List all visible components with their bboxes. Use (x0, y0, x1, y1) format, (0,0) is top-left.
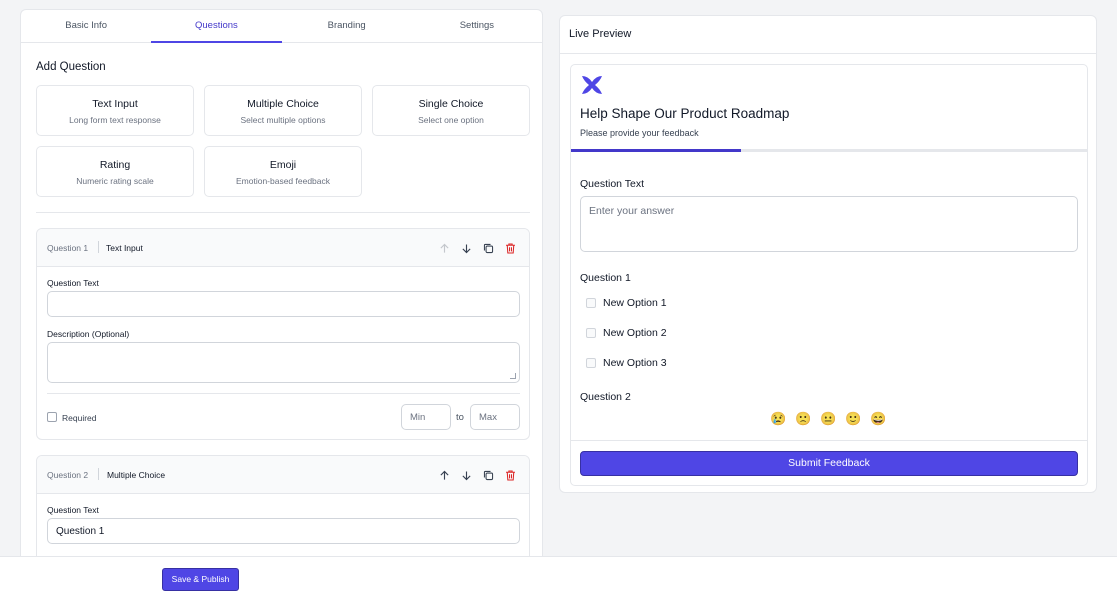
answer-textarea[interactable]: Enter your answer (580, 196, 1078, 252)
question-type-label: Multiple Choice (107, 470, 166, 480)
preview-question-label: Question 1 (580, 272, 631, 284)
type-card-title: Rating (99, 159, 131, 171)
type-card-desc: Select one option (418, 115, 484, 125)
bottom-action-bar: Save & Publish (0, 556, 1117, 600)
tab-basic-info[interactable]: Basic Info (21, 10, 151, 42)
brand-logo-icon (582, 76, 602, 94)
move-down-icon[interactable] (459, 468, 473, 482)
type-card-single-choice[interactable]: Single Choice Select one option (372, 85, 530, 136)
option-checkbox-row[interactable]: New Option 2 (586, 327, 667, 339)
type-card-title: Emoji (269, 159, 297, 171)
resize-grip-icon[interactable] (510, 373, 516, 379)
divider (36, 212, 530, 213)
type-card-desc: Long form text response (69, 115, 161, 125)
add-question-heading: Add Question (36, 61, 106, 73)
option-checkbox[interactable] (586, 358, 596, 368)
submit-feedback-button[interactable]: Submit Feedback (580, 451, 1078, 476)
option-label: New Option 3 (603, 357, 667, 369)
option-checkbox-row[interactable]: New Option 3 (586, 357, 667, 369)
live-preview-panel: Live Preview Help Shape Our Product Road… (559, 15, 1097, 493)
form-subtitle: Please provide your feedback (580, 128, 699, 138)
question-text-label: Question Text (47, 278, 99, 288)
type-card-emoji[interactable]: Emoji Emotion-based feedback (204, 146, 362, 197)
neutral-emoji-icon[interactable]: 😐 (820, 411, 836, 427)
move-up-icon[interactable] (437, 468, 451, 482)
tab-settings[interactable]: Settings (412, 10, 542, 42)
option-checkbox[interactable] (586, 298, 596, 308)
emoji-scale: 😢 🙁 😐 🙂 😄 (770, 411, 886, 427)
save-publish-button[interactable]: Save & Publish (162, 568, 239, 591)
question-text-input[interactable] (47, 291, 520, 317)
required-label: Required (62, 413, 97, 423)
header-separator (98, 241, 99, 253)
option-label: New Option 2 (603, 327, 667, 339)
grin-emoji-icon[interactable]: 😄 (870, 411, 886, 427)
type-card-desc: Select multiple options (240, 115, 326, 125)
question-number: Question 1 (47, 243, 89, 253)
question-card-1: Question 1 Text Input Question Text Desc… (36, 228, 530, 440)
header-separator (98, 468, 99, 480)
range-to-label: to (456, 412, 464, 423)
type-card-desc: Numeric rating scale (76, 176, 154, 186)
question-type-label: Text Input (106, 243, 143, 253)
type-card-title: Multiple Choice (247, 98, 319, 110)
min-input[interactable]: Min (401, 404, 451, 430)
type-card-text-input[interactable]: Text Input Long form text response (36, 85, 194, 136)
progress-fill (571, 149, 742, 152)
question-number: Question 2 (47, 470, 89, 480)
option-checkbox[interactable] (586, 328, 596, 338)
delete-icon[interactable] (503, 241, 517, 255)
move-down-icon[interactable] (459, 241, 473, 255)
question-card-2: Question 2 Multiple Choice Question Text (36, 455, 530, 568)
question-text-input[interactable] (47, 518, 520, 544)
tab-branding[interactable]: Branding (282, 10, 412, 42)
editor-panel: Basic Info Questions Branding Settings A… (20, 9, 543, 569)
question-card-header: Question 1 Text Input (37, 229, 529, 267)
option-label: New Option 1 (603, 297, 667, 309)
required-checkbox[interactable] (47, 412, 57, 422)
question-text-label: Question Text (47, 505, 99, 515)
sad-emoji-icon[interactable]: 🙁 (795, 411, 811, 427)
type-card-title: Text Input (92, 98, 138, 110)
delete-icon[interactable] (503, 468, 517, 482)
form-title: Help Shape Our Product Roadmap (580, 106, 790, 121)
duplicate-icon[interactable] (481, 241, 495, 255)
duplicate-icon[interactable] (481, 468, 495, 482)
divider (47, 393, 520, 394)
preview-title: Live Preview (569, 28, 632, 40)
question-card-header: Question 2 Multiple Choice (37, 456, 529, 494)
description-textarea[interactable] (47, 342, 520, 383)
move-up-icon[interactable] (437, 241, 451, 255)
preview-form: Help Shape Our Product Roadmap Please pr… (570, 64, 1088, 486)
smile-emoji-icon[interactable]: 🙂 (845, 411, 861, 427)
type-card-multiple-choice[interactable]: Multiple Choice Select multiple options (204, 85, 362, 136)
preview-question-label: Question 2 (580, 391, 631, 403)
description-label: Description (Optional) (47, 329, 130, 339)
preview-question-label: Question Text (580, 178, 645, 190)
divider (571, 440, 1087, 441)
type-card-rating[interactable]: Rating Numeric rating scale (36, 146, 194, 197)
tab-bar: Basic Info Questions Branding Settings (21, 10, 542, 43)
type-card-title: Single Choice (418, 98, 484, 110)
progress-bar (571, 149, 1087, 152)
max-input[interactable]: Max (470, 404, 520, 430)
divider (560, 53, 1096, 54)
tab-questions[interactable]: Questions (151, 10, 282, 43)
type-card-desc: Emotion-based feedback (235, 176, 331, 186)
crying-emoji-icon[interactable]: 😢 (770, 411, 786, 427)
option-checkbox-row[interactable]: New Option 1 (586, 297, 667, 309)
